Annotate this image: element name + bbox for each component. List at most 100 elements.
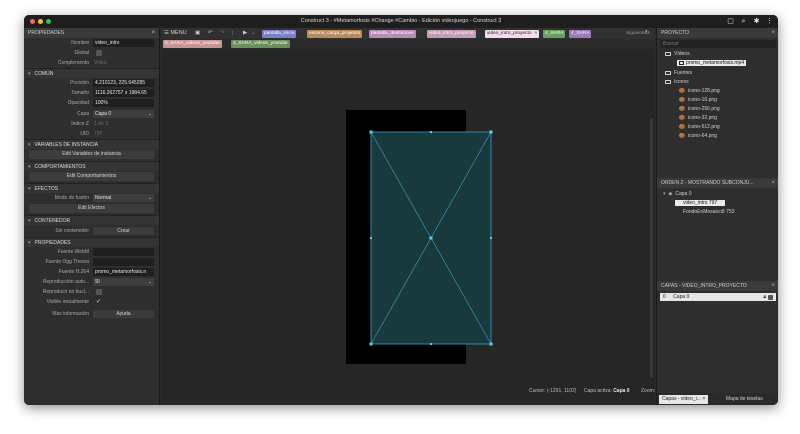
tree-icon-file[interactable]: icono-128.png (679, 87, 720, 95)
preview-play-icon[interactable]: ▶ (243, 28, 247, 39)
tree-icon-file[interactable]: icono-64.png (679, 132, 717, 140)
layout-tab[interactable]: video_intro_proyecto × (485, 29, 540, 38)
app-window: Construct 3 - #Metamorfosis #Change #Cam… (24, 15, 778, 405)
window-layout-icon[interactable]: ▢ (726, 17, 735, 26)
layout-canvas[interactable] (161, 49, 655, 405)
blend-select[interactable]: Normal ⌄ (93, 193, 154, 202)
section-common[interactable]: ▾ COMÚN (24, 68, 159, 79)
layout-tab[interactable]: escena_carga_proyecto (307, 29, 363, 38)
resize-handle-bl[interactable] (369, 342, 373, 346)
plugin-value: Video (94, 60, 107, 67)
origin-handle[interactable] (429, 236, 433, 240)
resize-handle-top[interactable] (430, 131, 432, 133)
close-icon[interactable]: × (771, 178, 775, 188)
create-container-button[interactable]: Crear (93, 226, 154, 235)
status-layer-value: Capa 0 (613, 388, 630, 394)
section-effects[interactable]: ▾ EFECTOS (24, 182, 159, 193)
visible-checkbox[interactable]: ✓ (96, 297, 101, 307)
properties-panel: PROPIEDADES × Nombre video_intro Global … (24, 28, 160, 405)
project-search-input[interactable]: Buscar (660, 40, 776, 48)
section-behaviors[interactable]: ▾ COMPORTAMIENTOS (24, 160, 159, 171)
close-icon[interactable]: × (535, 31, 538, 36)
tree-folder-videos[interactable]: Vídeos (665, 50, 690, 58)
search-icon[interactable]: ⌕ (739, 17, 748, 26)
layout-tab[interactable]: 4_SARA (569, 29, 592, 38)
tab-layers[interactable]: Capas - video_i... × (659, 395, 709, 404)
section-properties[interactable]: ▾ PROPIEDADES (24, 236, 159, 247)
tree-folder-icons[interactable]: Iconos (665, 78, 689, 86)
image-icon (679, 88, 685, 94)
extensions-icon[interactable]: ✱ (752, 17, 761, 26)
edit-behaviors-button[interactable]: Edit Comportamientos (29, 172, 154, 182)
zorder-layer[interactable]: ▾ ◈ Capa 0 (663, 190, 692, 198)
layout-tab[interactable]: 4_SARA_videos_youtube (231, 40, 290, 48)
section-container[interactable]: ▾ CONTENEDOR (24, 214, 159, 225)
h264-field[interactable]: promo_metamorfosis.n (93, 268, 154, 277)
layer-select[interactable]: Capa 0 ⌄ (93, 109, 154, 118)
file-label: icono-64.png (688, 133, 717, 139)
edit-instance-vars-button[interactable]: Edit Variables de instancia (29, 150, 154, 160)
refresh-icon[interactable]: ↻ (645, 28, 650, 39)
layout-tab-label: video_intro_proyecto (487, 30, 532, 36)
close-icon[interactable]: × (151, 28, 155, 38)
loop-label: Reproducir en bucl... (42, 289, 89, 296)
loop-checkbox[interactable] (96, 289, 102, 296)
vertical-scrollbar[interactable] (650, 118, 653, 378)
layout-tab[interactable]: pantalla_inicio (262, 29, 297, 38)
lock-icon[interactable]: 🔒︎ (763, 293, 766, 301)
more-options-icon[interactable]: ⋮ (765, 17, 774, 26)
tree-icon-file[interactable]: icono-32.png (679, 114, 717, 122)
file-label: icono-32.png (688, 115, 717, 121)
edit-effects-button[interactable]: Edit Efectos (29, 204, 154, 214)
opacity-field[interactable]: 100% (93, 99, 154, 108)
chevron-down-icon: ⌄ (147, 110, 152, 117)
layout-tab[interactable]: 4_SARA (543, 29, 566, 38)
resize-handle-tr[interactable] (489, 130, 493, 134)
ogg-field[interactable] (93, 258, 154, 267)
undo-icon[interactable]: ↶ (208, 28, 213, 39)
resize-handle-br[interactable] (489, 342, 493, 346)
global-checkbox[interactable] (96, 50, 102, 57)
help-button[interactable]: Ayuda (93, 309, 154, 318)
size-field[interactable]: 1116.262757 x 1984.65 (93, 89, 154, 98)
layout-tab-label: pantalla_destinoone (371, 30, 414, 36)
tree-folder-fonts[interactable]: Fuentes (665, 69, 692, 77)
name-field[interactable]: video_intro (93, 39, 154, 47)
tree-icon-file[interactable]: icono-256.png (679, 105, 720, 113)
folder-icon (665, 51, 671, 56)
next-tabs-button[interactable]: Siguiente (626, 28, 646, 39)
image-icon (679, 133, 685, 139)
tree-icon-file[interactable]: icono-512.png (679, 123, 720, 131)
layout-tab[interactable]: 5_SARA_videos_youtube (163, 40, 222, 48)
layout-tab[interactable]: pantalla_destinoone (369, 29, 416, 38)
resize-handle-bottom[interactable] (430, 343, 432, 345)
layout-tab[interactable]: video_intro_proyecto (427, 29, 476, 38)
item-label: video_intro 797 (675, 200, 726, 206)
window-title: Construct 3 - #Metamorfosis #Change #Cam… (300, 18, 502, 24)
section-instance-vars[interactable]: ▾ VARIABLES DE INSTANCIA (24, 138, 159, 149)
tree-video-file[interactable]: promo_metamorfosis.mp4 (677, 59, 747, 67)
autoplay-select[interactable]: Sí ⌄ (93, 278, 154, 287)
webm-field[interactable] (93, 247, 154, 256)
webm-label: Fuente WebM (57, 248, 89, 255)
zorder-item-background[interactable]: FondoEnMosaico8 753 (683, 208, 734, 216)
file-label: icono-512.png (688, 124, 720, 130)
chevron-down-icon[interactable]: ⌄ (251, 28, 256, 39)
resize-handle-right[interactable] (490, 237, 492, 239)
close-icon[interactable]: × (771, 281, 775, 291)
layer-row[interactable]: 0 Capa 0 🔒︎ (660, 293, 776, 301)
tab-tilemap[interactable]: Mapa de teselas (723, 395, 766, 404)
resize-handle-tl[interactable] (369, 130, 373, 134)
close-icon[interactable]: × (771, 28, 775, 38)
menu-button[interactable]: ☰ MENU (164, 28, 187, 39)
collapse-arrow-icon: ▾ (28, 163, 31, 170)
item-label: FondoEnMosaico8 753 (683, 209, 735, 215)
close-icon[interactable]: × (702, 396, 705, 402)
tree-icon-file[interactable]: icono-16.png (679, 96, 717, 104)
visibility-checkbox[interactable] (768, 294, 773, 300)
save-icon[interactable]: ▣ (195, 28, 200, 39)
zorder-item-video[interactable]: video_intro 797 (675, 199, 726, 207)
resize-handle-left[interactable] (370, 237, 372, 239)
redo-icon[interactable]: ↷ (220, 28, 225, 39)
position-field[interactable]: 4.210123, 225.645285 (93, 79, 154, 88)
